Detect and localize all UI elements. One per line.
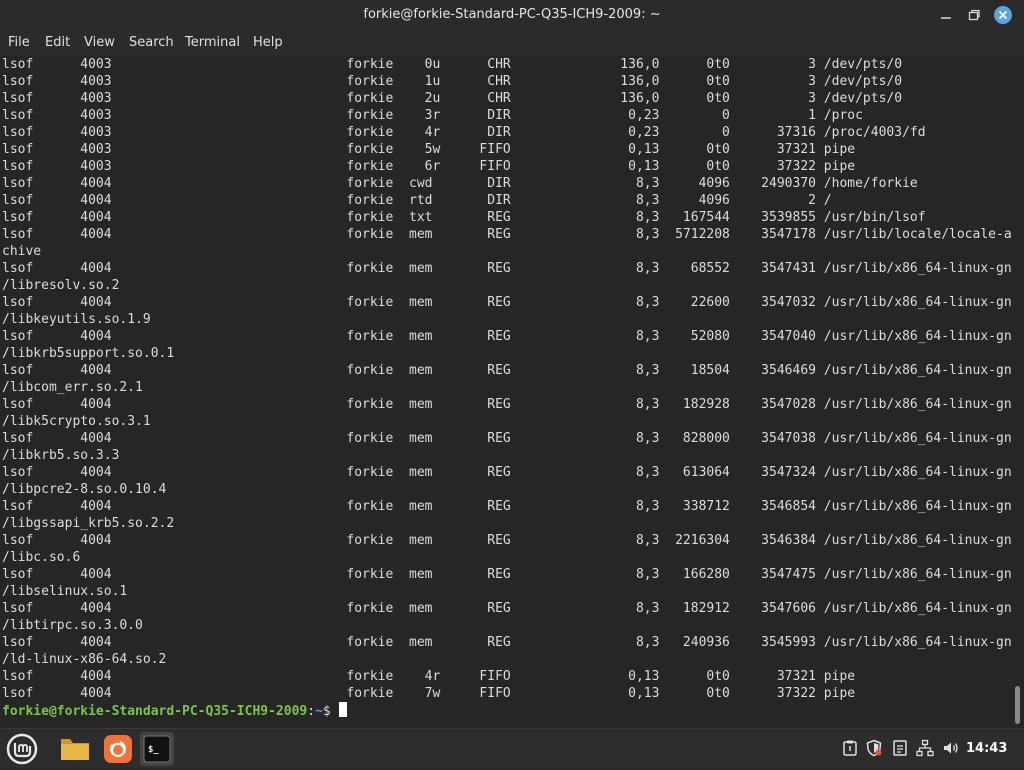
notes-icon	[893, 740, 907, 756]
tray-volume[interactable]	[942, 739, 960, 757]
prompt-separator: :	[307, 704, 316, 719]
tray-update[interactable]	[865, 739, 883, 757]
mint-menu-icon	[6, 733, 38, 765]
firefox-launcher[interactable]	[101, 732, 135, 766]
shield-update-icon	[866, 739, 882, 757]
terminal-icon: $_	[143, 735, 171, 763]
maximize-button[interactable]	[966, 7, 982, 23]
close-icon	[998, 10, 1008, 20]
files-folder-icon	[61, 739, 89, 760]
menu-help[interactable]: Help	[253, 35, 283, 50]
clipboard-icon	[843, 740, 857, 756]
tray-clipboard[interactable]	[841, 739, 859, 757]
minimize-button[interactable]	[938, 7, 954, 23]
tray-notes[interactable]	[891, 739, 909, 757]
terminal-cursor	[338, 702, 347, 717]
scrollbar-thumb[interactable]	[1015, 686, 1020, 724]
tray-network[interactable]	[916, 739, 934, 757]
menu-terminal[interactable]: Terminal	[185, 35, 240, 50]
prompt-user-host: forkie@forkie-Standard-PC-Q35-ICH9-2009	[2, 704, 308, 719]
minimize-icon	[941, 17, 951, 19]
terminal-output: lsof 4003 forkie 0u CHR 136,0 0t0 3 /dev…	[0, 56, 1012, 720]
window-title: forkie@forkie-Standard-PC-Q35-ICH9-2009:…	[363, 7, 661, 22]
menubar: File Edit View Search Terminal Help	[0, 30, 1024, 56]
terminal-icon-glyph: $_	[148, 745, 159, 755]
taskbar: $_ 14:43	[0, 728, 1024, 769]
firefox-icon	[104, 735, 132, 763]
start-menu-button[interactable]	[5, 732, 39, 766]
restore-icon	[968, 9, 980, 21]
taskbar-clock[interactable]: 14:43	[966, 729, 1007, 769]
files-launcher[interactable]	[58, 732, 92, 766]
terminal-launcher[interactable]: $_	[140, 732, 174, 766]
prompt-symbol: $	[322, 704, 339, 719]
menu-search[interactable]: Search	[129, 35, 174, 50]
network-icon	[916, 739, 934, 757]
terminal-output-text: lsof 4003 forkie 0u CHR 136,0 0t0 3 /dev…	[2, 57, 1012, 701]
terminal-area[interactable]: lsof 4003 forkie 0u CHR 136,0 0t0 3 /dev…	[0, 56, 1012, 728]
menu-file[interactable]: File	[8, 35, 30, 50]
close-button[interactable]	[994, 6, 1012, 24]
prompt-path: ~	[315, 704, 323, 719]
volume-icon	[944, 742, 958, 754]
menu-edit[interactable]: Edit	[45, 35, 70, 50]
terminal-scrollbar[interactable]	[1012, 56, 1024, 728]
menu-view[interactable]: View	[84, 35, 115, 50]
window-titlebar[interactable]: forkie@forkie-Standard-PC-Q35-ICH9-2009:…	[0, 0, 1024, 30]
